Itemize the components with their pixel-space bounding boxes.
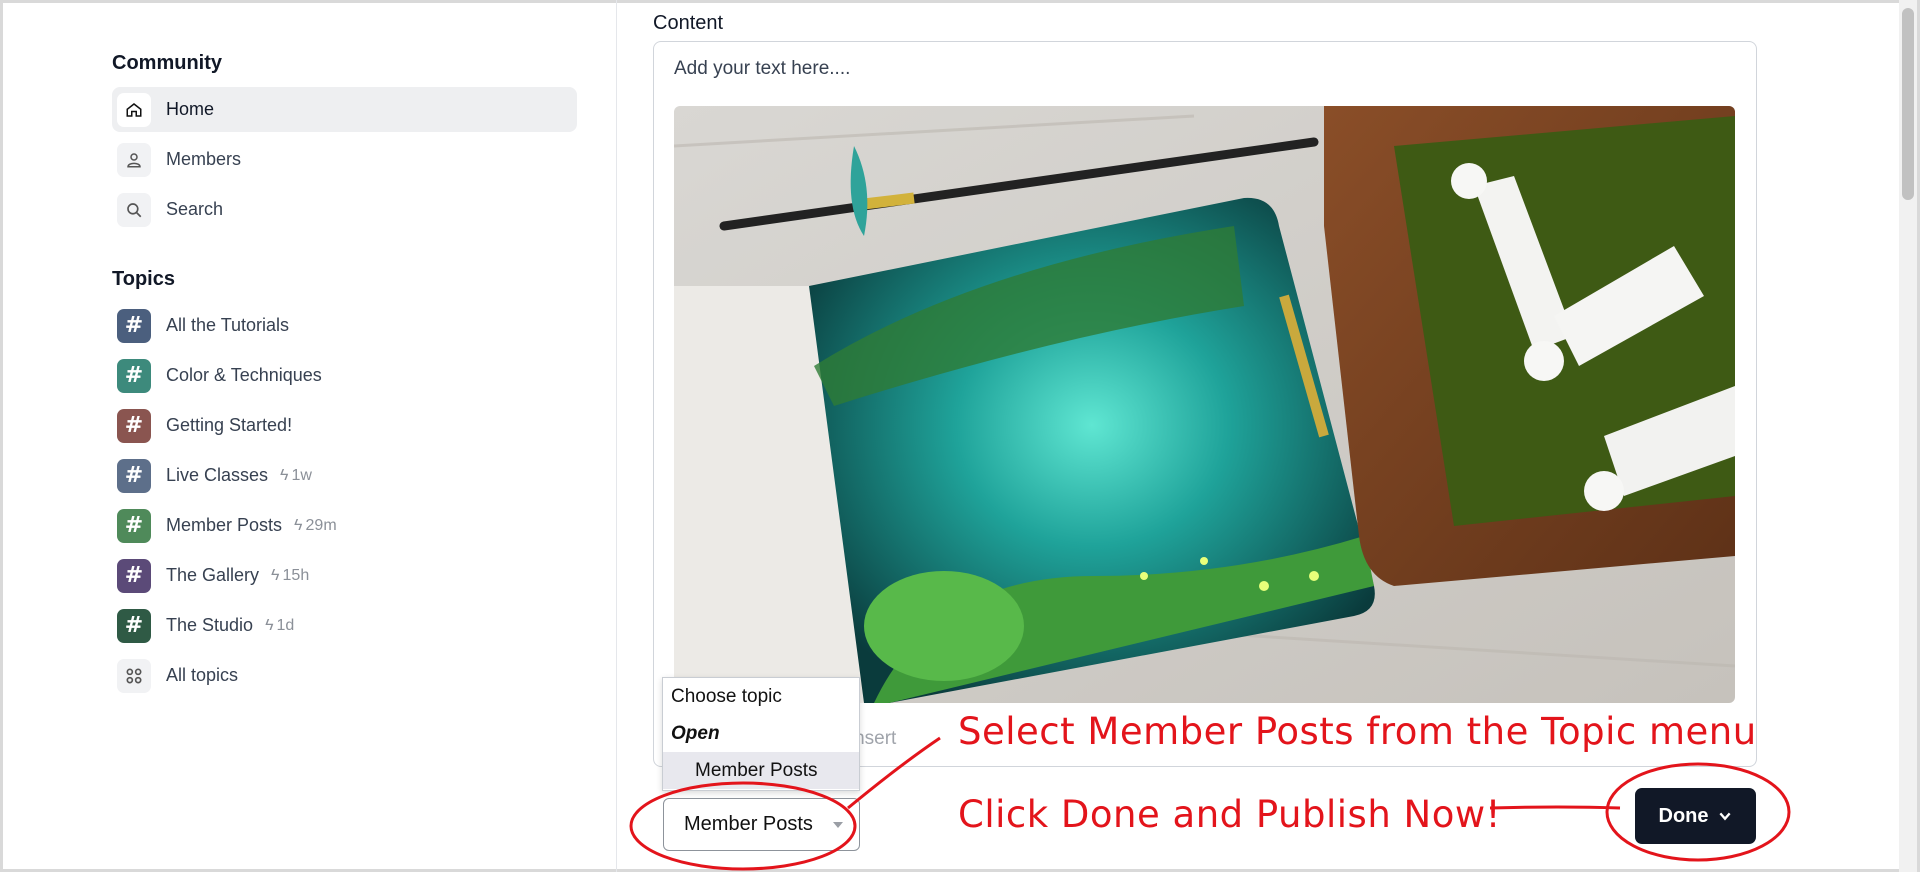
editor-placeholder: Add your text here.... <box>674 58 851 79</box>
bolt-icon: ϟ <box>294 516 303 534</box>
bolt-icon: ϟ <box>280 466 289 484</box>
done-button-label: Done <box>1658 804 1709 827</box>
hash-icon: # <box>117 508 151 543</box>
community-title: Community <box>112 52 222 74</box>
hash-icon: # <box>117 408 151 443</box>
hash-icon: # <box>117 558 151 593</box>
nav-members[interactable]: Members <box>112 137 577 182</box>
hash-icon: # <box>117 458 151 493</box>
topic-getting-started[interactable]: # Getting Started! <box>112 403 577 448</box>
activity-meta: ϟ 15h <box>271 567 309 585</box>
sidebar: Community Home Members Search Topics # A… <box>0 0 617 872</box>
dropdown-option-member-posts[interactable]: Member Posts <box>663 752 859 789</box>
nav-home-label: Home <box>166 99 215 119</box>
topic-all-the-tutorials[interactable]: # All the Tutorials <box>112 303 577 348</box>
user-icon <box>117 142 151 177</box>
topic-select-value: Member Posts <box>684 813 813 835</box>
activity-meta: ϟ 29m <box>294 517 337 535</box>
topic-label: The Gallery <box>166 565 260 585</box>
topic-dropdown-menu[interactable]: Choose topic Open Member Posts <box>662 677 860 791</box>
dropdown-title: Choose topic <box>671 685 782 707</box>
search-icon <box>117 192 151 227</box>
bolt-icon: ϟ <box>271 566 280 584</box>
topic-live-classes[interactable]: # Live Classes ϟ 1w <box>112 453 577 498</box>
activity-meta: ϟ 1w <box>280 467 312 485</box>
painting-photo <box>674 106 1735 703</box>
topic-label: All the Tutorials <box>166 315 290 335</box>
hash-icon: # <box>117 608 151 643</box>
nav-home[interactable]: Home <box>112 87 577 132</box>
topic-member-posts[interactable]: # Member Posts ϟ 29m <box>112 503 577 548</box>
activity-time: 29m <box>305 516 337 534</box>
chevron-down-icon <box>1718 812 1731 821</box>
topic-label: Getting Started! <box>166 415 293 435</box>
content-label: Content <box>653 12 724 34</box>
annotation-click-done: Click Done and Publish Now! <box>958 793 1501 836</box>
grid-icon <box>117 658 151 693</box>
nav-all-topics[interactable]: All topics <box>112 653 577 698</box>
bolt-icon: ϟ <box>265 616 274 634</box>
topic-color-techniques[interactable]: # Color & Techniques <box>112 353 577 398</box>
activity-time: 1w <box>291 466 312 484</box>
topic-the-gallery[interactable]: # The Gallery ϟ 15h <box>112 553 577 598</box>
topic-label: Live Classes <box>166 465 269 485</box>
topic-label: Member Posts <box>166 515 283 535</box>
scrollbar[interactable] <box>1899 0 1917 872</box>
all-topics-label: All topics <box>166 665 239 685</box>
home-icon <box>117 92 151 127</box>
caret-down-icon <box>833 822 843 828</box>
topics-title: Topics <box>112 268 175 290</box>
scrollbar-thumb[interactable] <box>1902 8 1914 200</box>
topic-the-studio[interactable]: # The Studio ϟ 1d <box>112 603 577 648</box>
dropdown-group-label: Open <box>671 722 720 744</box>
nav-members-label: Members <box>166 149 242 169</box>
nav-search[interactable]: Search <box>112 187 577 232</box>
embedded-photo[interactable] <box>674 106 1735 703</box>
nav-search-label: Search <box>166 199 224 219</box>
done-button[interactable]: Done <box>1635 788 1756 844</box>
topic-label: Color & Techniques <box>166 365 322 385</box>
topic-select[interactable]: Member Posts <box>663 798 860 851</box>
annotation-select-topic: Select Member Posts from the Topic menu <box>958 710 1757 753</box>
hash-icon: # <box>117 358 151 393</box>
activity-time: 1d <box>276 616 295 634</box>
topic-label: The Studio <box>166 615 254 635</box>
activity-time: 15h <box>282 566 310 584</box>
content-editor[interactable]: Add your text here.... d insert <box>653 41 1757 767</box>
activity-meta: ϟ 1d <box>265 617 294 635</box>
hash-icon: # <box>117 308 151 343</box>
